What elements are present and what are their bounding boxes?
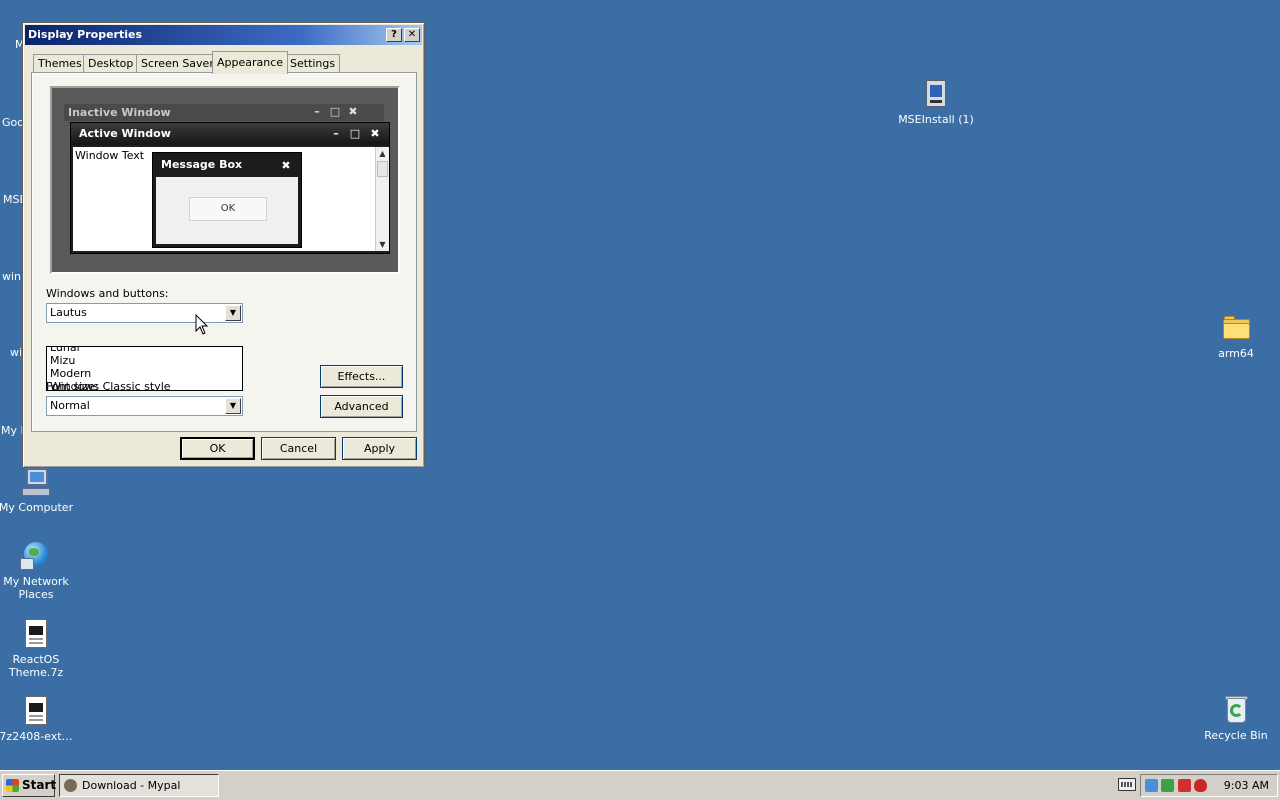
dropdown-option[interactable]: Mizu bbox=[47, 354, 242, 367]
archive-file-icon bbox=[20, 695, 52, 727]
dropdown-option[interactable]: Lunar bbox=[47, 347, 242, 354]
desktop-icon-7z-installer[interactable]: 7z2408-ext… bbox=[0, 695, 74, 743]
taskbar-item-mypal[interactable]: Download - Mypal bbox=[59, 774, 219, 797]
network-error-icon[interactable] bbox=[1145, 779, 1158, 792]
close-button[interactable]: ✕ bbox=[404, 28, 420, 42]
font-size-select[interactable]: Normal ▼ bbox=[46, 396, 243, 416]
browser-icon bbox=[64, 779, 77, 792]
tab-desktop[interactable]: Desktop bbox=[83, 54, 139, 73]
tab-appearance[interactable]: Appearance bbox=[212, 51, 289, 74]
maximize-icon: □ bbox=[329, 105, 341, 118]
scroll-up-icon: ▲ bbox=[379, 149, 386, 158]
scroll-thumb bbox=[377, 161, 388, 177]
minimize-icon: – bbox=[333, 127, 339, 140]
dropdown-option[interactable]: Modern bbox=[47, 367, 242, 380]
taskbar: Start Download - Mypal 9:03 AM bbox=[0, 770, 1280, 800]
preview-message-box-body: OK bbox=[156, 177, 298, 244]
desktop-icon-recycle-bin[interactable]: Recycle Bin bbox=[1198, 694, 1274, 742]
desktop-icon-label: 7z2408-ext… bbox=[0, 730, 73, 743]
font-size-label: Font size: bbox=[46, 380, 99, 393]
preview-inactive-title: Inactive Window bbox=[68, 106, 171, 119]
preview-inactive-window: Inactive Window – □ ✖ bbox=[64, 104, 384, 121]
desktop-icon-arm64[interactable]: arm64 bbox=[1198, 312, 1274, 360]
shield-icon[interactable] bbox=[1194, 779, 1207, 792]
start-logo-icon bbox=[6, 779, 19, 792]
safely-remove-icon[interactable] bbox=[1161, 779, 1174, 792]
window-titlebar[interactable]: Display Properties ? ✕ bbox=[25, 25, 422, 45]
desktop-icon-mseinstall[interactable]: MSEInstall (1) bbox=[898, 78, 974, 126]
keyboard-layout-icon[interactable] bbox=[1118, 778, 1136, 791]
cancel-button[interactable]: Cancel bbox=[261, 437, 336, 460]
help-button[interactable]: ? bbox=[386, 28, 402, 42]
apply-button[interactable]: Apply bbox=[342, 437, 417, 460]
windows-and-buttons-select[interactable]: Lautus ▼ bbox=[46, 303, 243, 323]
desktop-icon-reactos-theme[interactable]: ReactOS Theme.7z bbox=[0, 618, 74, 679]
my-computer-icon bbox=[20, 466, 52, 498]
minimize-icon: – bbox=[314, 105, 320, 118]
folder-icon bbox=[1220, 312, 1252, 344]
mouse-cursor-icon bbox=[195, 314, 209, 335]
taskbar-item-label: Download - Mypal bbox=[82, 779, 181, 792]
desktop-icon-partial-label[interactable]: win bbox=[2, 270, 21, 283]
desktop-icon-partial-label[interactable]: Goo bbox=[2, 116, 24, 129]
security-alert-icon[interactable] bbox=[1178, 779, 1191, 792]
desktop-icon-my-computer[interactable]: My Computer bbox=[0, 466, 74, 514]
ok-button[interactable]: OK bbox=[180, 437, 255, 460]
font-size-value: Normal bbox=[50, 399, 90, 412]
preview-window-text: Window Text bbox=[75, 149, 145, 162]
desktop-icon-network-places[interactable]: My Network Places bbox=[0, 540, 74, 601]
chevron-down-icon[interactable]: ▼ bbox=[225, 305, 241, 321]
recycle-bin-icon bbox=[1220, 694, 1252, 726]
preview-message-box-titlebar: Message Box ✖ bbox=[153, 153, 301, 177]
windows-and-buttons-label: Windows and buttons: bbox=[46, 287, 169, 300]
close-icon: ✖ bbox=[348, 105, 358, 118]
close-icon: ✖ bbox=[281, 159, 291, 172]
archive-file-icon bbox=[20, 618, 52, 650]
maximize-icon: □ bbox=[349, 127, 361, 140]
setup-icon bbox=[920, 78, 952, 110]
preview-message-box: Message Box ✖ OK bbox=[152, 152, 302, 248]
tab-screen-saver[interactable]: Screen Saver bbox=[136, 54, 219, 73]
desktop-icon-label: My Network Places bbox=[3, 575, 69, 601]
preview-ok-button: OK bbox=[189, 197, 267, 221]
windows-and-buttons-value: Lautus bbox=[50, 306, 87, 319]
close-icon: ✖ bbox=[370, 127, 380, 140]
clock[interactable]: 9:03 AM bbox=[1224, 775, 1269, 797]
tab-settings[interactable]: Settings bbox=[285, 54, 341, 73]
appearance-preview: Inactive Window – □ ✖ Active Window – □ … bbox=[50, 86, 400, 274]
effects-button[interactable]: Effects... bbox=[320, 365, 403, 388]
system-tray: 9:03 AM bbox=[1140, 774, 1278, 797]
display-properties-window: Display Properties ? ✕ Themes Desktop Sc… bbox=[22, 22, 425, 468]
chevron-down-icon[interactable]: ▼ bbox=[225, 398, 241, 414]
desktop-icon-label: arm64 bbox=[1218, 347, 1254, 360]
network-places-icon bbox=[20, 540, 52, 572]
desktop-icon-label: ReactOS Theme.7z bbox=[8, 653, 64, 679]
start-label: Start bbox=[22, 778, 57, 792]
preview-scrollbar: ▲ ▼ bbox=[375, 147, 389, 251]
scroll-down-icon: ▼ bbox=[379, 240, 386, 249]
start-button[interactable]: Start bbox=[2, 774, 57, 797]
preview-active-titlebar: Active Window – □ ✖ bbox=[71, 123, 389, 145]
window-title: Display Properties bbox=[28, 28, 143, 41]
tab-themes[interactable]: Themes bbox=[33, 54, 87, 73]
desktop-icon-partial-label[interactable]: wi bbox=[10, 346, 22, 359]
desktop-icon-label: MSEInstall (1) bbox=[898, 113, 974, 126]
advanced-button[interactable]: Advanced bbox=[320, 395, 403, 418]
desktop-icon-label: My Computer bbox=[0, 501, 74, 514]
preview-message-box-title: Message Box bbox=[161, 158, 243, 171]
desktop-icon-label: Recycle Bin bbox=[1204, 729, 1268, 742]
preview-active-title: Active Window bbox=[79, 127, 171, 140]
